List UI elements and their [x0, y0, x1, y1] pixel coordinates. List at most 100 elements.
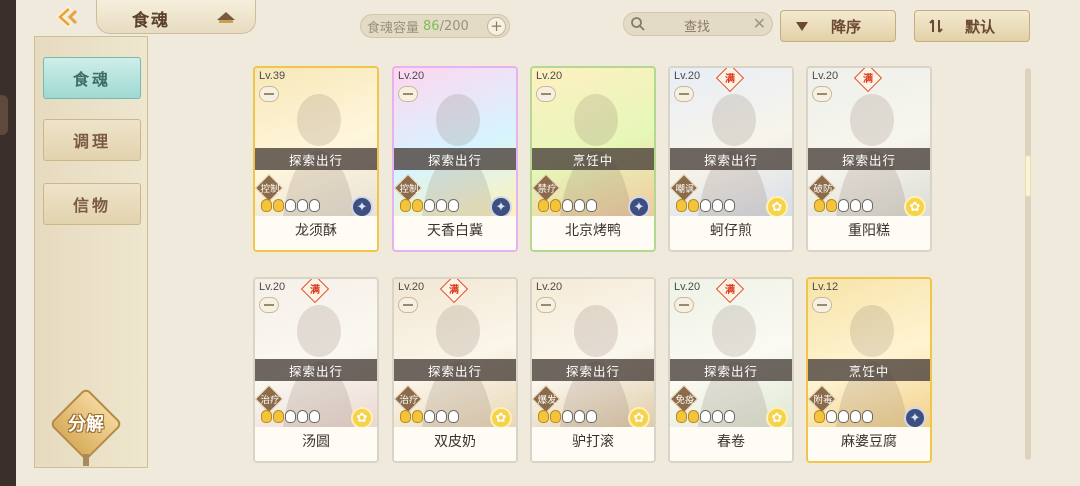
food-soul-card[interactable]: Lv.20 满 探索出行 治疗 ✿ 汤圆 [253, 277, 379, 463]
star-icon [273, 410, 284, 423]
star-icon [688, 199, 699, 212]
decompose-label: 分解 [68, 414, 104, 435]
tab-tokens[interactable]: 信物 [43, 183, 141, 225]
tab-conditioning[interactable]: 调理 [43, 119, 141, 161]
star-icon [436, 199, 447, 212]
star-rating [261, 410, 320, 423]
star-icon [850, 199, 861, 212]
flower-medal-icon: ✿ [490, 407, 512, 429]
star-icon [562, 410, 573, 423]
bowl-icon [536, 297, 556, 313]
bowl-icon [812, 297, 832, 313]
soul-capacity: 食魂容量 86 /200 + [360, 14, 510, 38]
food-soul-card[interactable]: Lv.20 满 探索出行 嘲讽 ✿ 蚵仔煎 [668, 66, 794, 252]
star-icon [850, 410, 861, 423]
role-badge: 免疫 [670, 384, 699, 414]
level-label: Lv.20 [398, 281, 425, 293]
star-icon [838, 199, 849, 212]
star-icon [574, 410, 585, 423]
edge-handle[interactable] [0, 95, 8, 135]
max-level-label: 满 [310, 284, 320, 296]
star-icon [412, 199, 423, 212]
card-name: 麻婆豆腐 [841, 434, 897, 450]
star-rating [400, 410, 459, 423]
bowl-icon [812, 86, 832, 102]
role-label: 嘲讽 [675, 184, 695, 195]
role-label: 控制 [260, 184, 280, 195]
title-ornament-icon [215, 8, 237, 30]
sort-arrows-icon [925, 15, 947, 37]
scrollbar-thumb[interactable] [1025, 155, 1031, 197]
sort-mode-button[interactable]: 默认 [914, 10, 1030, 42]
bowl-icon [259, 86, 279, 102]
star-icon [862, 199, 873, 212]
clear-icon[interactable]: ✕ [753, 14, 766, 33]
role-badge: 控制 [394, 173, 423, 203]
food-soul-card[interactable]: Lv.20 满 探索出行 治疗 ✿ 双皮奶 [392, 277, 518, 463]
food-soul-card[interactable]: Lv.20 烹饪中 禁疗 ✦ 北京烤鸭 [530, 66, 656, 252]
star-icon [424, 199, 435, 212]
max-level-label: 满 [725, 73, 735, 85]
star-rating [538, 410, 597, 423]
food-soul-card[interactable]: Lv.20 探索出行 控制 ✦ 天香白冀 [392, 66, 518, 252]
page-title: 食魂 [132, 11, 170, 31]
star-icon [676, 199, 687, 212]
star-icon [273, 199, 284, 212]
role-label: 治疗 [260, 395, 280, 406]
star-icon [285, 199, 296, 212]
star-icon [826, 410, 837, 423]
status-banner: 探索出行 [670, 148, 792, 170]
search-box[interactable]: 查找 ✕ [623, 12, 773, 36]
level-label: Lv.39 [259, 70, 286, 82]
scrollbar-track[interactable] [1025, 68, 1031, 460]
food-soul-card[interactable]: Lv.20 探索出行 爆发 ✿ 驴打滚 [530, 277, 656, 463]
left-edge [0, 0, 16, 486]
back-button[interactable] [44, 2, 90, 32]
star-icon [297, 199, 308, 212]
star-medal-icon: ✦ [351, 196, 373, 218]
star-icon [814, 199, 825, 212]
food-soul-card[interactable]: Lv.20 满 探索出行 免疫 ✿ 春卷 [668, 277, 794, 463]
sort-order-button[interactable]: 降序 [780, 10, 896, 42]
star-icon [400, 410, 411, 423]
status-banner: 探索出行 [670, 359, 792, 381]
card-name: 春卷 [717, 434, 745, 450]
role-label: 禁疗 [537, 184, 557, 195]
level-label: Lv.20 [812, 70, 839, 82]
star-icon [309, 410, 320, 423]
food-soul-card[interactable]: Lv.12 烹饪中 附毒 ✦ 麻婆豆腐 [806, 277, 932, 463]
star-rating [814, 410, 873, 423]
food-soul-card[interactable]: Lv.20 满 探索出行 破防 ✿ 重阳糕 [806, 66, 932, 252]
star-icon [724, 410, 735, 423]
star-rating [676, 410, 735, 423]
star-icon [436, 410, 447, 423]
capacity-max: /200 [439, 18, 469, 34]
star-icon [724, 199, 735, 212]
star-icon [838, 410, 849, 423]
star-icon [261, 199, 272, 212]
flower-medal-icon: ✿ [766, 196, 788, 218]
role-label: 爆发 [537, 395, 557, 406]
level-label: Lv.20 [536, 70, 563, 82]
level-label: Lv.20 [674, 70, 701, 82]
star-rating [676, 199, 735, 212]
decompose-button[interactable]: 分解 [49, 387, 123, 466]
tab-food-souls[interactable]: 食魂 [43, 57, 141, 99]
bowl-icon [674, 86, 694, 102]
food-soul-card[interactable]: Lv.39 探索出行 控制 ✦ 龙须酥 [253, 66, 379, 252]
search-icon [630, 16, 646, 36]
status-banner: 烹饪中 [532, 148, 654, 170]
status-banner: 探索出行 [255, 359, 377, 381]
descending-triangle-icon [791, 15, 813, 37]
status-banner: 探索出行 [394, 359, 516, 381]
bowl-icon [398, 86, 418, 102]
star-icon [538, 410, 549, 423]
role-badge: 禁疗 [532, 173, 561, 203]
level-label: Lv.20 [259, 281, 286, 293]
role-badge: 爆发 [532, 384, 561, 414]
star-medal-icon: ✦ [490, 196, 512, 218]
card-name: 汤圆 [302, 434, 330, 450]
add-capacity-button[interactable]: + [487, 17, 506, 36]
star-icon [412, 410, 423, 423]
star-icon [297, 410, 308, 423]
